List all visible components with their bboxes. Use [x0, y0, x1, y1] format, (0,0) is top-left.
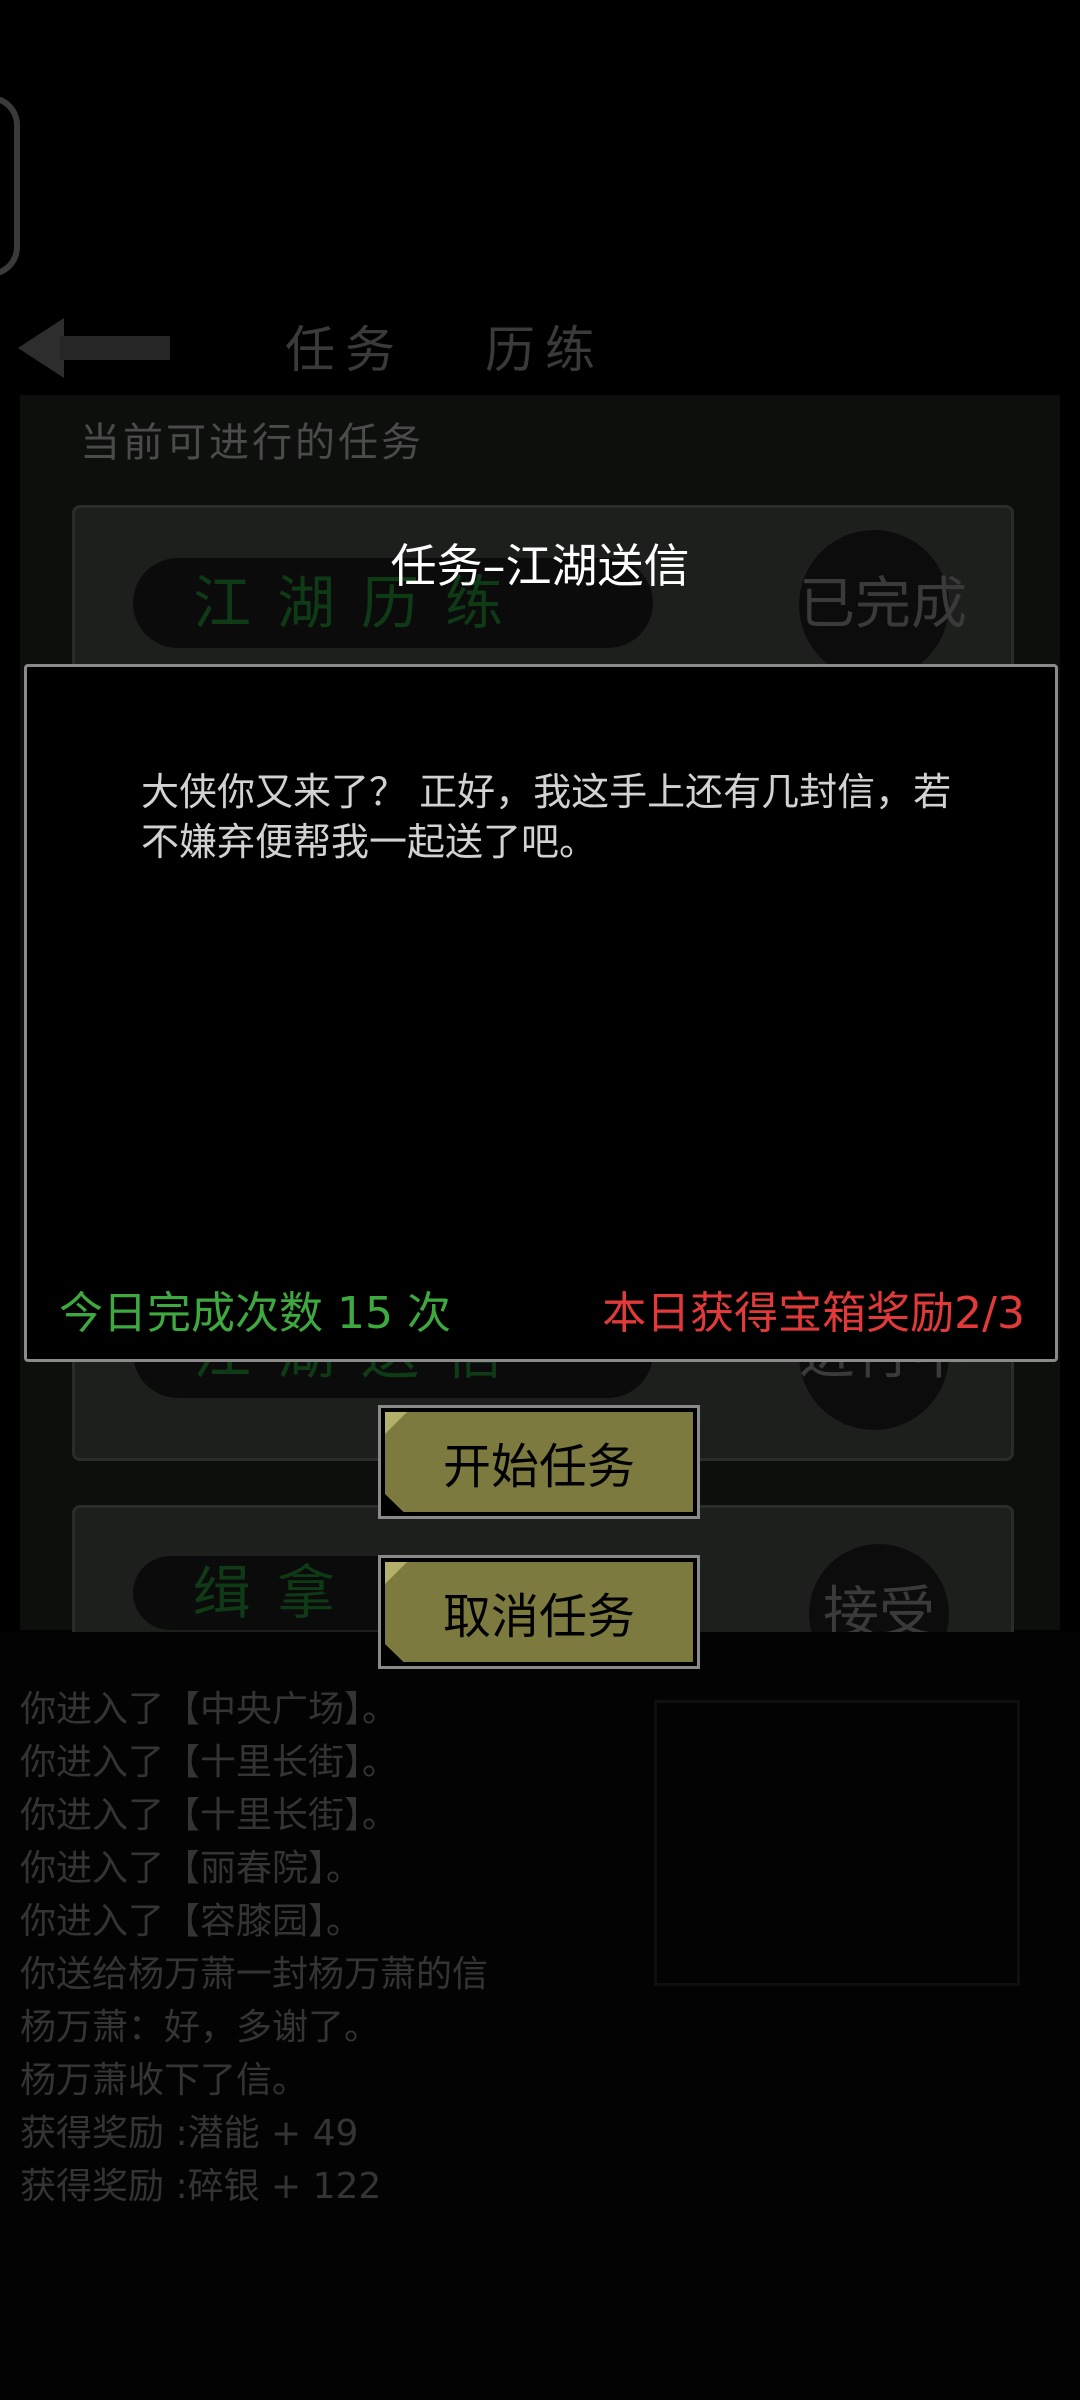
start-quest-button[interactable]: 开始任务: [378, 1405, 700, 1519]
back-arrow-icon[interactable]: [18, 318, 64, 378]
current-quests-label: 当前可进行的任务: [80, 420, 424, 466]
cancel-quest-button[interactable]: 取消任务: [378, 1555, 700, 1669]
top-nav: 任务 历练: [0, 310, 1080, 380]
log-line: 你进入了【十里长街】。: [20, 1795, 399, 1836]
side-frame: [0, 95, 20, 277]
log-line: 杨万萧收下了信。: [20, 2060, 309, 2101]
back-arrow-tail: [60, 336, 170, 360]
log-line: 你进入了【容膝园】。: [20, 1901, 363, 1942]
tab-training[interactable]: 历练: [485, 310, 605, 382]
log-line: 你进入了【丽春院】。: [20, 1848, 363, 1889]
daily-chest-reward: 本日获得宝箱奖励2/3: [602, 1288, 1025, 1339]
start-quest-button-face[interactable]: 开始任务: [385, 1412, 693, 1512]
tab-quest[interactable]: 任务: [285, 310, 405, 382]
dialog-message: 大侠你又来了？ 正好，我这手上还有几封信，若不嫌弃便帮我一起送了吧。: [141, 770, 952, 864]
log-line: 你进入了【中央广场】。: [20, 1689, 399, 1730]
daily-completion-count: 今日完成次数 15 次: [59, 1288, 451, 1339]
log-line: 你进入了【十里长街】。: [20, 1742, 399, 1783]
log-line: 获得奖励 :碎银 + 122: [20, 2166, 382, 2207]
start-quest-label: 开始任务: [442, 1439, 635, 1495]
cancel-quest-button-face[interactable]: 取消任务: [385, 1562, 693, 1662]
button-corner-decoration: [385, 1562, 407, 1584]
cancel-quest-label: 取消任务: [442, 1589, 635, 1645]
log-line: 获得奖励 :潜能 + 49: [20, 2113, 359, 2154]
quest-dialog: 大侠你又来了？ 正好，我这手上还有几封信，若不嫌弃便帮我一起送了吧。 今日完成次…: [24, 664, 1058, 1362]
log-line: 杨万萧：好，多谢了。: [20, 2007, 381, 2048]
log-line: 你送给杨万萧一封杨万萧的信: [20, 1954, 489, 1995]
dialog-title: 任务–江湖送信: [390, 539, 690, 593]
button-corner-decoration: [385, 1412, 407, 1434]
scene-decoration: [654, 1700, 1020, 1986]
